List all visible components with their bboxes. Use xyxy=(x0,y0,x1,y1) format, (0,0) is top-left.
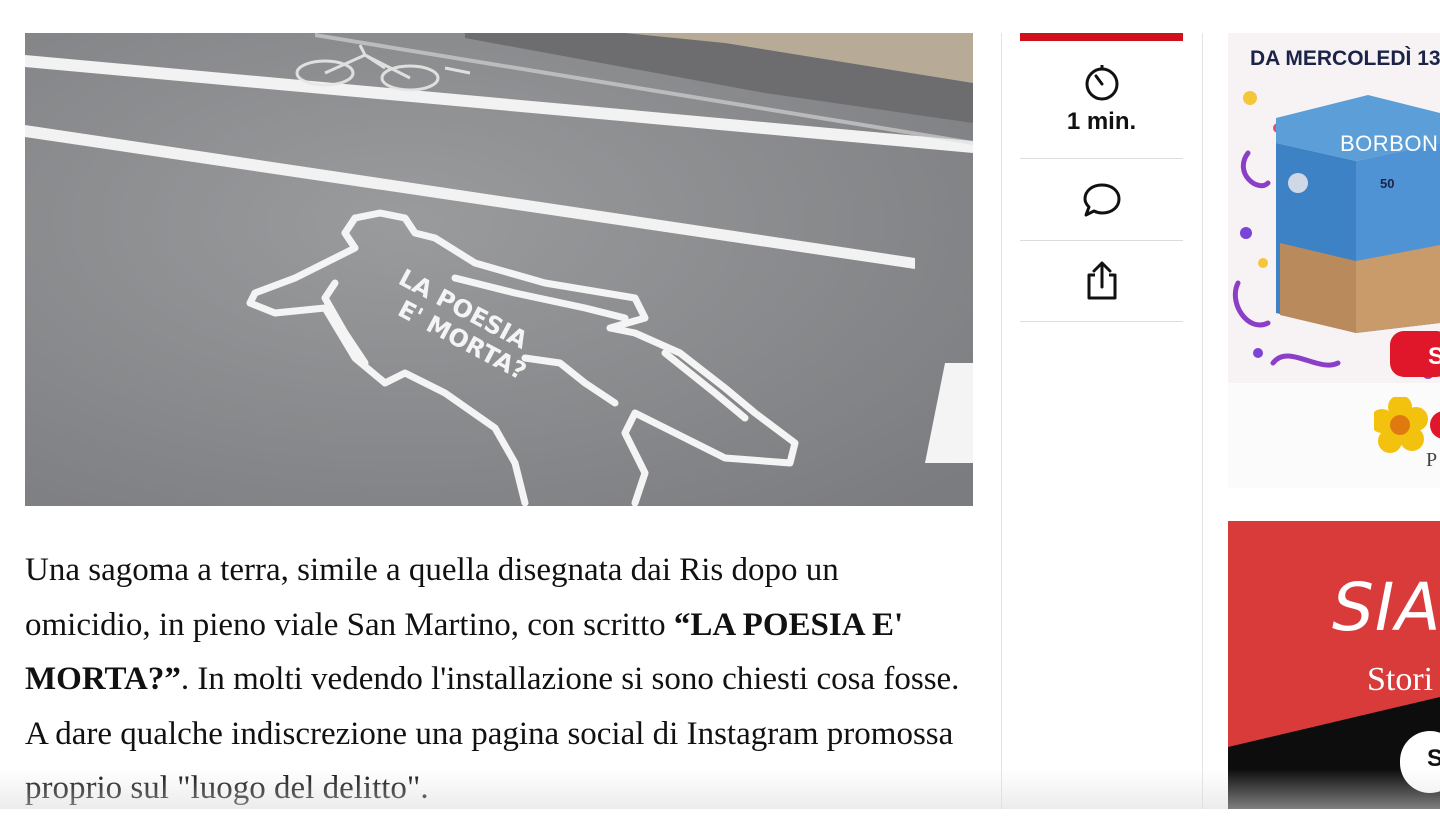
ad-footer-text: P xyxy=(1426,449,1438,471)
rail-accent-bar xyxy=(1020,33,1183,41)
column-divider xyxy=(1001,33,1002,809)
comments-button[interactable] xyxy=(1020,159,1183,241)
read-time-item: 1 min. xyxy=(1020,41,1183,159)
article-paragraph: Una sagoma a terra, simile a quella dise… xyxy=(25,543,965,816)
comment-icon xyxy=(1082,181,1122,219)
timer-icon xyxy=(1083,64,1121,102)
ad2-shape xyxy=(1228,697,1440,809)
share-icon xyxy=(1085,261,1119,301)
share-button[interactable] xyxy=(1020,241,1183,322)
article-image: LA POESIA E' MORTA? xyxy=(25,33,973,506)
read-time-label: 1 min. xyxy=(1066,107,1137,135)
advertisement-borbone[interactable]: DA MERCOLEDÌ 13 BORBONE 50 S xyxy=(1228,33,1440,383)
ad-footer-strip: P xyxy=(1228,383,1440,488)
road-silhouette-photo: LA POESIA E' MORTA? xyxy=(25,33,973,506)
ad-product-illustration xyxy=(1232,91,1440,379)
ad2-button-letter[interactable]: S xyxy=(1427,745,1440,773)
advertisement-sia[interactable]: SIA Stori S xyxy=(1228,521,1440,809)
ad-count: 50 xyxy=(1380,176,1395,191)
ad-cta-letter: S xyxy=(1428,343,1440,370)
column-divider xyxy=(1202,33,1203,809)
ad-brand: BORBONE xyxy=(1340,131,1440,156)
